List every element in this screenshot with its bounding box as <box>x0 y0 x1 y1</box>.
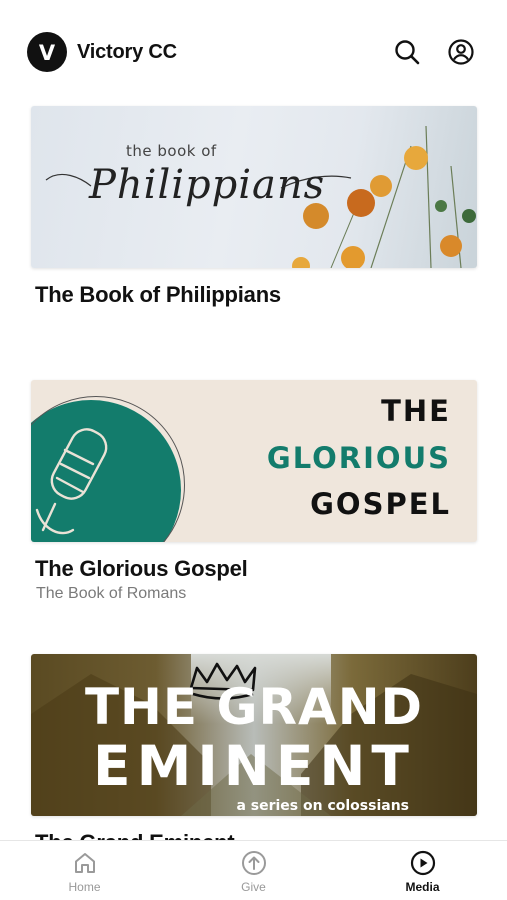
header-actions <box>393 38 475 66</box>
banner-line-eminent: EMINENT <box>93 734 415 798</box>
microphone-icon <box>35 428 108 535</box>
series-banner-grand-eminent[interactable]: THE GRAND EMINENT a series on colossians <box>31 654 477 816</box>
tab-give[interactable]: Give <box>169 841 338 900</box>
banner-line-the-grand: THE GRAND <box>84 678 424 736</box>
banner-line-gospel: GOSPEL <box>310 487 451 521</box>
tab-label: Media <box>405 880 440 894</box>
series-card-grand-eminent[interactable]: THE GRAND EMINENT a series on colossians… <box>31 654 477 856</box>
logo-letter: V <box>38 41 56 65</box>
series-card-glorious-gospel[interactable]: THE GLORIOUS GOSPEL The Glorious Gospel … <box>31 380 477 654</box>
account-icon[interactable] <box>447 38 475 66</box>
media-play-icon <box>410 850 435 876</box>
series-title[interactable]: The Book of Philippians <box>35 282 477 308</box>
bottom-tab-bar: Home Give Media <box>0 840 507 900</box>
brand[interactable]: V Victory CC <box>27 32 177 72</box>
search-icon[interactable] <box>393 38 421 66</box>
app-title: Victory CC <box>77 40 177 63</box>
media-feed: the book of Philippians The Book of Phil… <box>31 106 477 856</box>
banner-line-glorious: GLORIOUS <box>266 441 451 475</box>
series-banner-philippians[interactable]: the book of Philippians <box>31 106 477 268</box>
banner-script-text: Philippians <box>89 162 326 208</box>
tab-home[interactable]: Home <box>0 841 169 900</box>
series-title[interactable]: The Glorious Gospel <box>35 556 477 582</box>
banner-tagline: a series on colossians <box>236 798 409 814</box>
tab-media[interactable]: Media <box>338 841 507 900</box>
tab-label: Home <box>68 880 101 894</box>
series-banner-glorious-gospel[interactable]: THE GLORIOUS GOSPEL <box>31 380 477 542</box>
home-icon <box>74 853 95 873</box>
give-icon <box>241 851 266 875</box>
banner-small-text: the book of <box>126 142 217 160</box>
church-logo[interactable]: V <box>27 32 67 72</box>
tab-label: Give <box>241 880 266 894</box>
banner-line-the: THE <box>381 394 451 428</box>
series-subtitle: The Book of Romans <box>36 585 187 602</box>
app-header: V Victory CC <box>27 30 475 74</box>
series-card-philippians[interactable]: the book of Philippians The Book of Phil… <box>31 106 477 380</box>
